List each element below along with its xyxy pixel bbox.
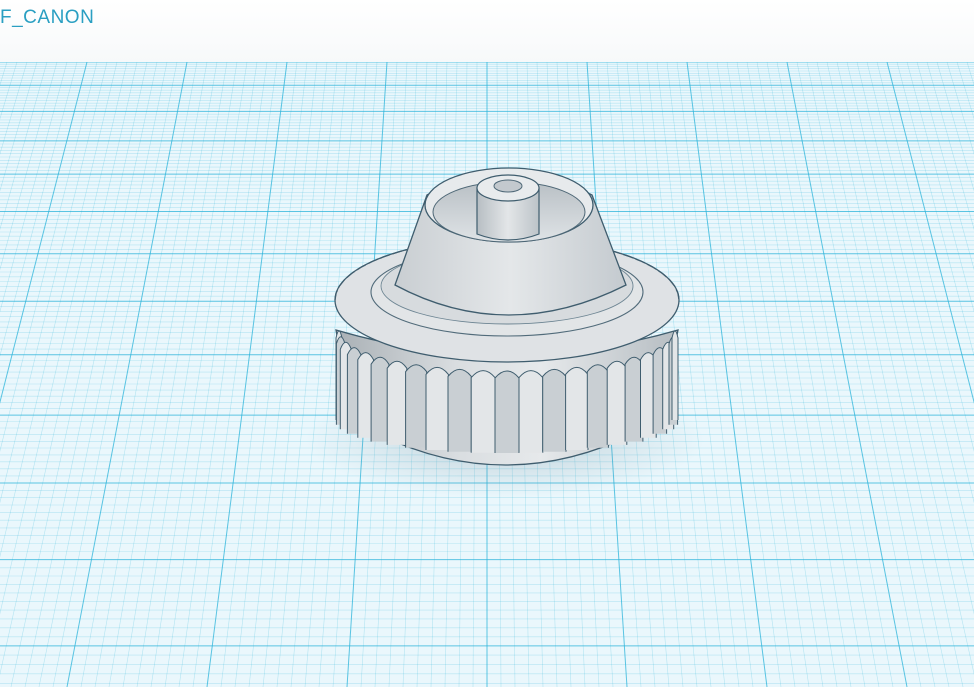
app-window: F_CANON <box>0 0 974 687</box>
3d-viewport[interactable] <box>0 62 974 687</box>
knurl-ridge <box>542 368 567 452</box>
knurl-ridge <box>425 366 449 450</box>
knurl-ridge <box>370 356 390 442</box>
knurl-ridge <box>518 370 544 453</box>
design-header: F_CANON <box>0 0 974 62</box>
knurl-ridge <box>606 360 628 445</box>
scene-canvas[interactable] <box>0 62 974 687</box>
knurl-ridge <box>405 364 428 448</box>
knurl-ridge <box>386 360 408 445</box>
design-title[interactable]: F_CANON <box>0 7 94 29</box>
knurl-ridge <box>470 370 496 453</box>
knurl-ridge <box>447 368 472 452</box>
knurl-ridge <box>671 330 679 420</box>
knurl-ridge <box>494 370 520 453</box>
center-post-hole <box>493 179 523 193</box>
knurl-ridge <box>565 366 589 450</box>
knurl-ridge <box>586 364 609 448</box>
